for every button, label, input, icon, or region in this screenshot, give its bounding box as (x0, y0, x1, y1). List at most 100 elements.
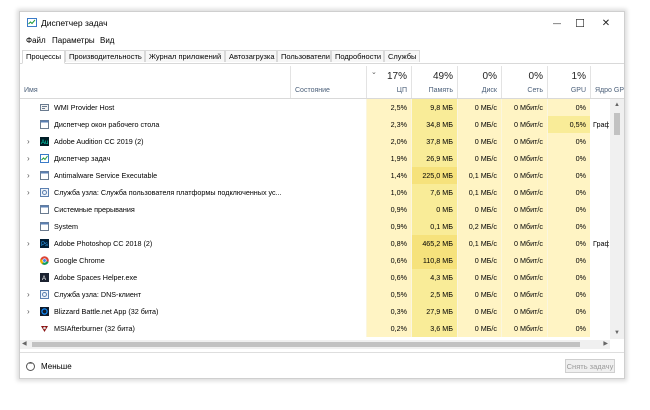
vertical-scroll-thumb[interactable] (614, 113, 620, 135)
process-engine-cell (590, 99, 609, 116)
process-row[interactable]: Системные прерывания 0,9% 0 МБ 0 МБ/с 0 Мбит… (20, 201, 609, 218)
process-status-cell (290, 167, 366, 184)
menu-view[interactable]: Вид (100, 36, 114, 45)
column-status[interactable]: Состояние (290, 66, 366, 98)
vertical-scrollbar[interactable]: ▲ ▼ (610, 99, 624, 339)
expand-chevron-icon[interactable]: › (27, 167, 30, 184)
svg-text:Au: Au (41, 140, 48, 146)
tab-processes[interactable]: Процессы (22, 50, 65, 64)
process-name: Adobe Audition CC 2019 (2) (54, 137, 144, 146)
process-mem-cell: 2,5 МБ (411, 286, 457, 303)
process-disk-cell: 0 МБ/с (457, 269, 501, 286)
column-gpu-total: 1% (571, 71, 586, 82)
tab-users[interactable]: Пользователи (277, 50, 331, 62)
process-gpu-cell: 0% (547, 167, 590, 184)
window-icon (40, 222, 49, 231)
scroll-down-icon[interactable]: ▼ (614, 330, 620, 336)
process-row[interactable]: › Служба узла: Служба пользователя платфо… (20, 184, 609, 201)
process-row[interactable]: System 0,9% 0,1 МБ 0,2 МБ/с 0 Мбит/с 0% (20, 218, 609, 235)
process-row[interactable]: MSIAfterburner (32 бита) 0,2% 3,6 МБ 0 МБ/с… (20, 320, 609, 337)
process-row[interactable]: A Adobe Spaces Helper.exe 0,6% 4,3 МБ 0 МБ/с… (20, 269, 609, 286)
close-icon: ✕ (601, 17, 611, 29)
process-disk-cell: 0 МБ/с (457, 286, 501, 303)
taskmgr-icon (40, 154, 49, 163)
column-gpu[interactable]: 1% GPU (547, 66, 590, 98)
process-net-cell: 0 Мбит/с (501, 269, 547, 286)
column-cpu[interactable]: 17% ЦП (366, 66, 411, 98)
fewer-details-link[interactable]: Меньше (41, 362, 72, 371)
process-cpu-cell: 0,5% (366, 286, 411, 303)
expand-chevron-icon[interactable]: › (27, 133, 30, 150)
process-name: MSIAfterburner (32 бита) (54, 324, 135, 333)
process-row[interactable]: WMI Provider Host 2,5% 9,8 МБ 0 МБ/с 0 Мбит/… (20, 99, 609, 116)
column-disk[interactable]: 0% Диск (457, 66, 501, 98)
expand-chevron-icon[interactable]: › (27, 303, 30, 320)
process-name: Adobe Photoshop CC 2018 (2) (54, 239, 153, 248)
expand-chevron-icon[interactable]: › (27, 235, 30, 252)
process-row[interactable]: › Au Adobe Audition CC 2019 (2) 2,0% 37,8 МБ… (20, 133, 609, 150)
process-net-cell: 0 Мбит/с (501, 150, 547, 167)
maximize-button[interactable]: ☐ (569, 15, 591, 31)
process-mem-cell: 34,8 МБ (411, 116, 457, 133)
process-gpu-cell: 0% (547, 133, 590, 150)
column-name[interactable]: Имя (20, 66, 290, 98)
scroll-up-icon[interactable]: ▲ (614, 102, 620, 108)
collapse-chevron-icon[interactable]: ⌃ (26, 362, 35, 371)
expand-chevron-icon[interactable]: › (27, 286, 30, 303)
process-cpu-cell: 2,3% (366, 116, 411, 133)
tab-startup[interactable]: Автозагрузка (225, 50, 277, 62)
close-button[interactable]: ✕ (595, 15, 617, 31)
process-status-cell (290, 150, 366, 167)
process-row[interactable]: › Ps Adobe Photoshop CC 2018 (2) 0,8% 465,2 … (20, 235, 609, 252)
process-engine-cell (590, 252, 609, 269)
minimize-button[interactable]: — (546, 15, 568, 31)
process-net-cell: 0 Мбит/с (501, 320, 547, 337)
process-row[interactable]: Диспетчер окон рабочего стола 2,3% 34,8 МБ… (20, 116, 609, 133)
process-net-cell: 0 Мбит/с (501, 116, 547, 133)
menu-options[interactable]: Параметры (52, 36, 95, 45)
column-network[interactable]: 0% Сеть (501, 66, 547, 98)
process-name: Blizzard Battle.net App (32 бита) (54, 307, 159, 316)
process-cpu-cell: 0,6% (366, 269, 411, 286)
process-mem-cell: 4,3 МБ (411, 269, 457, 286)
process-mem-cell: 465,2 МБ (411, 235, 457, 252)
process-net-cell: 0 Мбит/с (501, 184, 547, 201)
process-row[interactable]: › Antimalware Service Executable 1,4% 225,0… (20, 167, 609, 184)
process-row[interactable]: Google Chrome 0,6% 110,8 МБ 0 МБ/с 0 Мбит/с 0… (20, 252, 609, 269)
process-disk-cell: 0,2 МБ/с (457, 218, 501, 235)
process-gpu-cell: 0% (547, 286, 590, 303)
process-engine-cell (590, 303, 609, 320)
process-row[interactable]: › Blizzard Battle.net App (32 бита) 0,3% 27… (20, 303, 609, 320)
process-engine-cell: Граф (593, 120, 609, 129)
tab-app-history[interactable]: Журнал приложений (145, 50, 225, 62)
process-disk-cell: 0 МБ/с (457, 133, 501, 150)
column-memory[interactable]: 49% Память (411, 66, 457, 98)
end-task-button[interactable]: Снять задачу (565, 359, 615, 373)
column-gpu-engine[interactable]: Ядро GP (590, 66, 624, 98)
expand-chevron-icon[interactable]: › (27, 184, 30, 201)
horizontal-scroll-thumb[interactable] (32, 342, 580, 347)
process-row[interactable]: › Служба узла: DNS-клиент 0,5% 2,5 МБ 0 МБ/с… (20, 286, 609, 303)
process-disk-cell: 0,1 МБ/с (457, 235, 501, 252)
process-disk-cell: 0 МБ/с (457, 150, 501, 167)
process-name: Служба узла: Служба пользователя платфор… (54, 188, 282, 197)
process-gpu-cell: 0% (547, 201, 590, 218)
scroll-left-icon[interactable]: ◀ (22, 340, 27, 349)
tab-services[interactable]: Службы (384, 50, 420, 62)
tab-performance[interactable]: Производительность (65, 50, 145, 62)
process-name: Adobe Spaces Helper.exe (54, 273, 138, 282)
process-cpu-cell: 0,9% (366, 201, 411, 218)
process-row[interactable]: › Диспетчер задач 1,9% 26,9 МБ 0 МБ/с 0 Мбит/… (20, 150, 609, 167)
process-mem-cell: 27,9 МБ (411, 303, 457, 320)
process-engine-cell (590, 167, 609, 184)
scroll-right-icon[interactable]: ▶ (603, 340, 608, 349)
process-net-cell: 0 Мбит/с (501, 286, 547, 303)
menu-file[interactable]: Файл (26, 36, 46, 45)
photoshop-icon: Ps (40, 239, 49, 248)
horizontal-scrollbar[interactable]: ◀ ▶ (20, 340, 610, 349)
tab-details[interactable]: Подробности (331, 50, 384, 62)
footer-bar: ⌃ Меньше Снять задачу (20, 352, 624, 378)
process-status-cell (290, 252, 366, 269)
expand-chevron-icon[interactable]: › (27, 150, 30, 167)
process-mem-cell: 7,6 МБ (411, 184, 457, 201)
